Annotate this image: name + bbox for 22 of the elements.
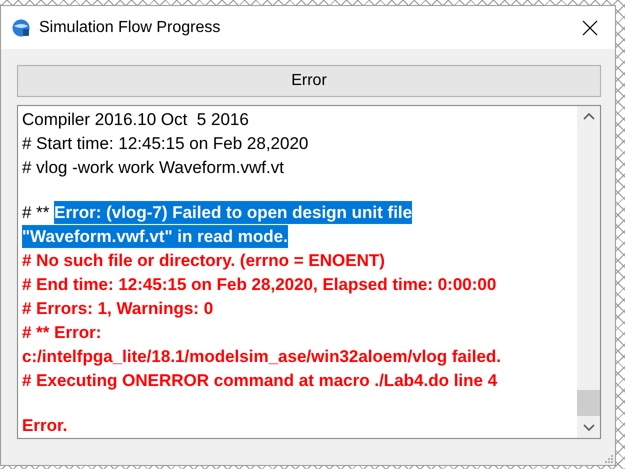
globe-icon	[11, 18, 31, 38]
scroll-down-icon[interactable]	[582, 424, 594, 432]
log-line: # ** Error:	[22, 322, 102, 344]
log-line: # vlog -work work Waveform.vwf.vt	[22, 157, 284, 179]
log-line: # Executing ONERROR command at macro ./Lab4.do line 4	[22, 370, 498, 392]
log-line: Error.	[22, 415, 68, 437]
scrollbar[interactable]	[577, 106, 600, 438]
log-line: # Start time: 12:45:15 on Feb 28,2020	[22, 133, 308, 155]
resize-grip-icon[interactable]	[603, 453, 613, 463]
log-line: # No such file or directory. (errno = ENOENT)	[22, 250, 385, 272]
close-icon[interactable]	[582, 20, 598, 36]
status-bar: Error	[17, 65, 601, 97]
selected-text: Error: (vlog-7) Failed to open design unit file	[54, 201, 412, 224]
scroll-up-icon[interactable]	[582, 112, 594, 120]
log-line: c:/intelfpga_lite/18.1/modelsim_ase/win32aloem/vlog failed.	[22, 346, 502, 368]
log-line: Compiler 2016.10 Oct 5 2016	[22, 109, 249, 131]
scroll-thumb[interactable]	[577, 390, 600, 416]
log-line: # End time: 12:45:15 on Feb 28,2020, Elapsed time: 0:00:00	[22, 274, 496, 296]
log-line: # **	[22, 202, 50, 224]
selected-text: "Waveform.vwf.vt" in read mode.	[22, 225, 288, 248]
log-line: # Errors: 1, Warnings: 0	[22, 298, 214, 320]
window-title: Simulation Flow Progress	[39, 18, 222, 36]
